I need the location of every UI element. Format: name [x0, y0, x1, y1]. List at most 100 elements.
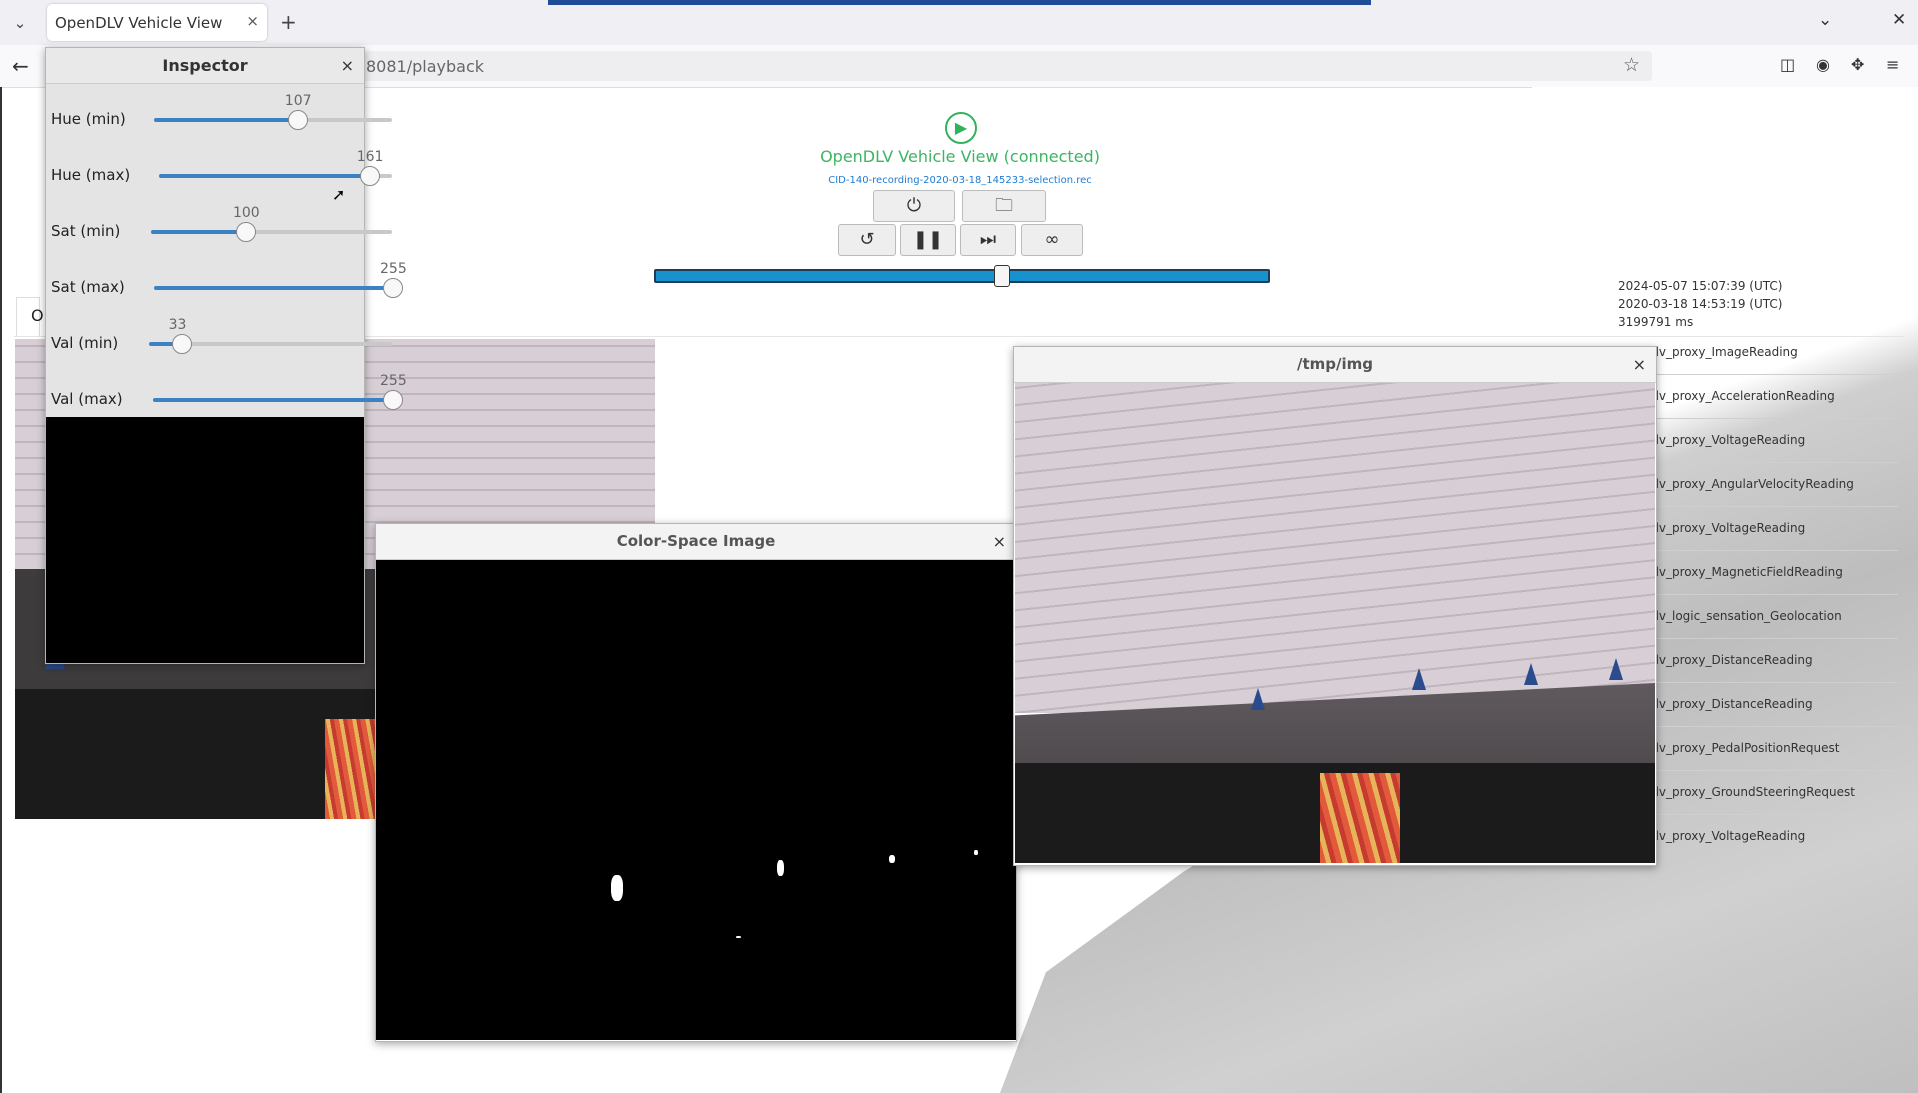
mask-blob [777, 860, 784, 876]
colorspace-window: Color-Space Image × [375, 523, 1017, 1042]
slider-label: Hue (min) [51, 110, 126, 128]
url-text: 8081/playback [366, 57, 485, 76]
tmp-img-cone [1609, 658, 1623, 680]
message-entry: opendlv_proxy_GroundSteeringRequest [1618, 771, 1898, 815]
slider-thumb[interactable] [383, 278, 403, 298]
message-entry: opendlv_proxy_ImageReading [1618, 331, 1898, 375]
slider-value: 255 [380, 373, 407, 389]
message-entry: opendlv_proxy_DistanceReading [1618, 683, 1898, 727]
message-entries: opendlv_proxy_ImageReading opendlv_proxy_… [1618, 331, 1898, 858]
slider-track[interactable] [154, 110, 392, 130]
window-close-icon[interactable]: ✕ [1892, 10, 1906, 30]
account-icon[interactable]: ◉ [1816, 55, 1830, 74]
tmp-img-wires [1320, 773, 1400, 863]
tmp-img-window: /tmp/img × [1013, 346, 1657, 866]
power-button[interactable]: ⏻ [873, 190, 955, 222]
loop-button[interactable]: ∞ [1021, 224, 1083, 256]
tab-title: OpenDLV Vehicle View [55, 14, 223, 32]
slider-fill [159, 174, 369, 178]
slider-label: Sat (min) [51, 222, 121, 240]
tmp-img-titlebar[interactable]: /tmp/img × [1014, 347, 1656, 383]
tab-list-icon[interactable]: ⌄ [8, 12, 32, 34]
slider-row: Hue (min) 107 [46, 93, 392, 152]
page-loading-bar [548, 0, 1371, 5]
page-tab-stub[interactable]: O [16, 297, 44, 337]
slider-row: Hue (max) 161 [46, 149, 392, 208]
tmp-img-cone [1251, 688, 1265, 710]
message-entry: opendlv_proxy_PedalPositionRequest [1618, 727, 1898, 771]
inspector-sliders: Hue (min) 107 Hue (max) 161 Sat (min) 100 Sat … [46, 84, 407, 417]
slider-track[interactable] [159, 166, 392, 186]
slider-track[interactable] [151, 222, 392, 242]
slider-fill [154, 286, 392, 290]
bookmark-star-icon[interactable]: ☆ [1623, 54, 1640, 76]
pocket-icon[interactable]: ◫ [1780, 55, 1795, 74]
inspector-close-icon[interactable]: × [341, 48, 354, 83]
slider-thumb[interactable] [359, 166, 380, 186]
extensions-icon[interactable]: ✥ [1851, 55, 1864, 74]
message-entry: opendlv_proxy_VoltageReading [1618, 829, 1806, 843]
slider-fill [153, 398, 392, 402]
message-entry: opendlv_proxy_VoltageReading [1618, 507, 1898, 551]
mouse-cursor-icon: ➚ [332, 185, 346, 204]
browser-tab[interactable]: OpenDLV Vehicle View × [47, 4, 267, 41]
tmp-img-cone [1412, 668, 1426, 690]
menu-icon[interactable]: ≡ [1886, 55, 1899, 74]
slider-track[interactable] [149, 334, 392, 354]
inspector-window: Inspector × Hue (min) 107 Hue (max) 161 Sat … [45, 47, 407, 664]
message-entry: opendlv_proxy_MagneticFieldReading [1618, 551, 1898, 595]
replay-button[interactable]: ↺ [838, 224, 896, 256]
slider-label: Hue (max) [51, 166, 131, 184]
tab-close-icon[interactable]: × [246, 12, 259, 30]
colorspace-titlebar[interactable]: Color-Space Image × [376, 524, 1016, 560]
message-entry: opendlv_proxy_DistanceReading [1618, 639, 1898, 683]
step-forward-button[interactable]: ⏭ [960, 224, 1016, 256]
open-folder-button[interactable]: 🗀 [962, 190, 1046, 222]
new-tab-icon[interactable]: + [280, 10, 297, 34]
colorspace-close-icon[interactable]: × [993, 524, 1006, 559]
mask-blob [974, 850, 978, 855]
tmp-img-frame [1015, 383, 1655, 863]
page-left-edge [0, 87, 2, 1093]
back-icon[interactable]: ← [12, 54, 29, 78]
playback-progress-thumb[interactable] [994, 265, 1011, 287]
slider-thumb[interactable] [171, 334, 192, 354]
slider-row: Sat (min) 100 [46, 205, 392, 264]
tmp-img-close-icon[interactable]: × [1633, 347, 1646, 382]
slider-thumb[interactable] [235, 222, 256, 242]
pause-button[interactable]: ❚❚ [900, 224, 956, 256]
playback-progress-bar[interactable] [654, 265, 1270, 287]
mask-blob [889, 855, 895, 863]
message-entry: opendlv_proxy_VoltageReading [1618, 419, 1898, 463]
slider-value: 107 [284, 93, 312, 109]
slider-thumb[interactable] [287, 110, 308, 130]
url-bar[interactable]: 8081/playback ☆ [340, 51, 1652, 81]
slider-value: 161 [356, 149, 384, 165]
slider-thumb[interactable] [383, 390, 403, 410]
tab-overflow-icon[interactable]: ⌄ [1818, 10, 1832, 30]
slider-row: Val (max) 255 [46, 373, 407, 432]
inspector-titlebar[interactable]: Inspector × [46, 48, 364, 84]
tmp-img-cone [1524, 663, 1538, 685]
colorspace-image [376, 560, 1016, 1040]
slider-value: 255 [380, 261, 407, 277]
timestamp-elapsed: 3199791 ms [1618, 315, 1694, 329]
inspector-title: Inspector [162, 56, 248, 75]
slider-value: 33 [168, 317, 187, 333]
timestamp-now: 2024-05-07 15:07:39 (UTC) [1618, 279, 1783, 293]
mask-blob [736, 936, 741, 938]
slider-track[interactable] [153, 390, 403, 410]
tmp-img-wall [1015, 383, 1655, 713]
message-list: 2024-05-07 15:07:39 (UTC) 2020-03-18 14:… [1618, 277, 1898, 858]
slider-track[interactable] [154, 278, 403, 298]
slider-row: Val (min) 33 [46, 317, 392, 376]
slider-value: 100 [232, 205, 260, 221]
message-entry: opendlv_proxy_AngularVelocityReading [1618, 463, 1898, 507]
slider-row: Sat (max) 255 [46, 261, 407, 320]
app-title: OpenDLV Vehicle View (connected) [820, 147, 1100, 166]
slider-fill [154, 118, 297, 122]
play-icon[interactable]: ▶ [945, 112, 977, 144]
slider-label: Val (max) [51, 390, 123, 408]
recording-file-link[interactable]: CID-140-recording-2020-03-18_145233-sele… [790, 175, 1130, 186]
timestamp-recording: 2020-03-18 14:53:19 (UTC) [1618, 297, 1783, 311]
